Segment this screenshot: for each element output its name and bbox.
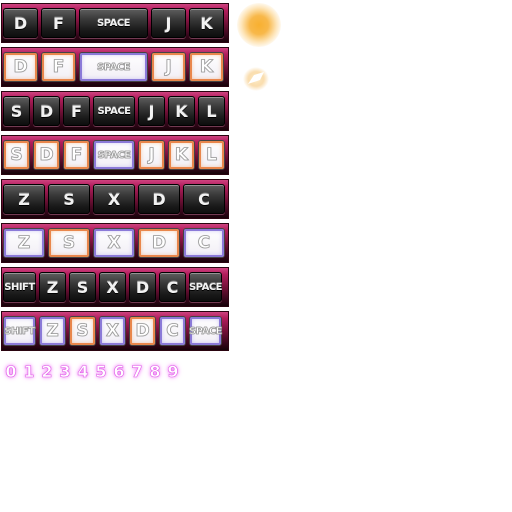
key-strip-pressed: S D F SPACE J K L <box>1 135 229 175</box>
key-d: D <box>3 8 38 38</box>
key-j-pressed: J <box>138 140 165 170</box>
key-space-pressed: SPACE <box>189 316 223 346</box>
key-s-pressed: S <box>3 140 30 170</box>
key-d-pressed: D <box>33 140 60 170</box>
key-space-pressed: SPACE <box>93 140 135 170</box>
key-s-pressed: S <box>48 228 90 258</box>
key-x: X <box>93 184 135 214</box>
key-j: J <box>151 8 186 38</box>
key-strip-unpressed: SHIFT Z S X D C SPACE <box>1 267 229 307</box>
key-k: K <box>168 96 195 126</box>
digit-2: 2 <box>41 362 53 382</box>
key-l-pressed: L <box>198 140 225 170</box>
key-f: F <box>63 96 90 126</box>
digit-5: 5 <box>95 362 107 382</box>
key-c-pressed: C <box>159 316 186 346</box>
key-c: C <box>159 272 186 302</box>
key-sprite-sheet: D F SPACE J K D F SPACE J K S D F SPACE J K L S D F SPACE J K L… <box>0 0 512 512</box>
digit-8: 8 <box>149 362 161 382</box>
key-strip-unpressed: ZSXDC <box>1 179 229 219</box>
key-strip-unpressed: S D F SPACE J K L <box>1 91 229 131</box>
digit-row: 0123456789 <box>2 362 182 382</box>
key-j: J <box>138 96 165 126</box>
digit-1: 1 <box>23 362 35 382</box>
key-d-pressed: D <box>138 228 180 258</box>
key-c-pressed: C <box>183 228 225 258</box>
key-x: X <box>99 272 126 302</box>
key-z-pressed: Z <box>3 228 45 258</box>
digit-0: 0 <box>5 362 17 382</box>
key-f-pressed: F <box>41 52 76 82</box>
key-s: S <box>48 184 90 214</box>
key-d: D <box>138 184 180 214</box>
digit-9: 9 <box>167 362 179 382</box>
key-d: D <box>129 272 156 302</box>
key-k-pressed: K <box>189 52 224 82</box>
key-z-pressed: Z <box>39 316 66 346</box>
key-strip-pressed: SHIFT Z S X D C SPACE <box>1 311 229 351</box>
key-shift-pressed: SHIFT <box>3 316 36 346</box>
key-x-pressed: X <box>93 228 135 258</box>
key-s: S <box>69 272 96 302</box>
key-space: SPACE <box>93 96 135 126</box>
digit-3: 3 <box>59 362 71 382</box>
key-z: Z <box>39 272 66 302</box>
key-f: F <box>41 8 76 38</box>
key-strip-pressed: ZSXDC <box>1 223 229 263</box>
key-shift: SHIFT <box>3 272 36 302</box>
key-k: K <box>189 8 224 38</box>
orange-glow-burst-icon <box>237 3 281 47</box>
key-space: SPACE <box>79 8 148 38</box>
key-d-pressed: D <box>3 52 38 82</box>
key-space: SPACE <box>189 272 223 302</box>
key-d-pressed: D <box>129 316 156 346</box>
key-x-pressed: X <box>99 316 126 346</box>
key-d: D <box>33 96 60 126</box>
key-f-pressed: F <box>63 140 90 170</box>
key-s-pressed: S <box>69 316 96 346</box>
key-strip-unpressed: D F SPACE J K <box>1 3 229 43</box>
key-j-pressed: J <box>151 52 186 82</box>
digit-6: 6 <box>113 362 125 382</box>
key-c: C <box>183 184 225 214</box>
digit-4: 4 <box>77 362 89 382</box>
key-k-pressed: K <box>168 140 195 170</box>
key-space-pressed: SPACE <box>79 52 148 82</box>
key-s: S <box>3 96 30 126</box>
key-strip-pressed: D F SPACE J K <box>1 47 229 87</box>
digit-7: 7 <box>131 362 143 382</box>
key-l: L <box>198 96 225 126</box>
key-z: Z <box>3 184 45 214</box>
white-spark-flash-icon <box>243 67 269 91</box>
